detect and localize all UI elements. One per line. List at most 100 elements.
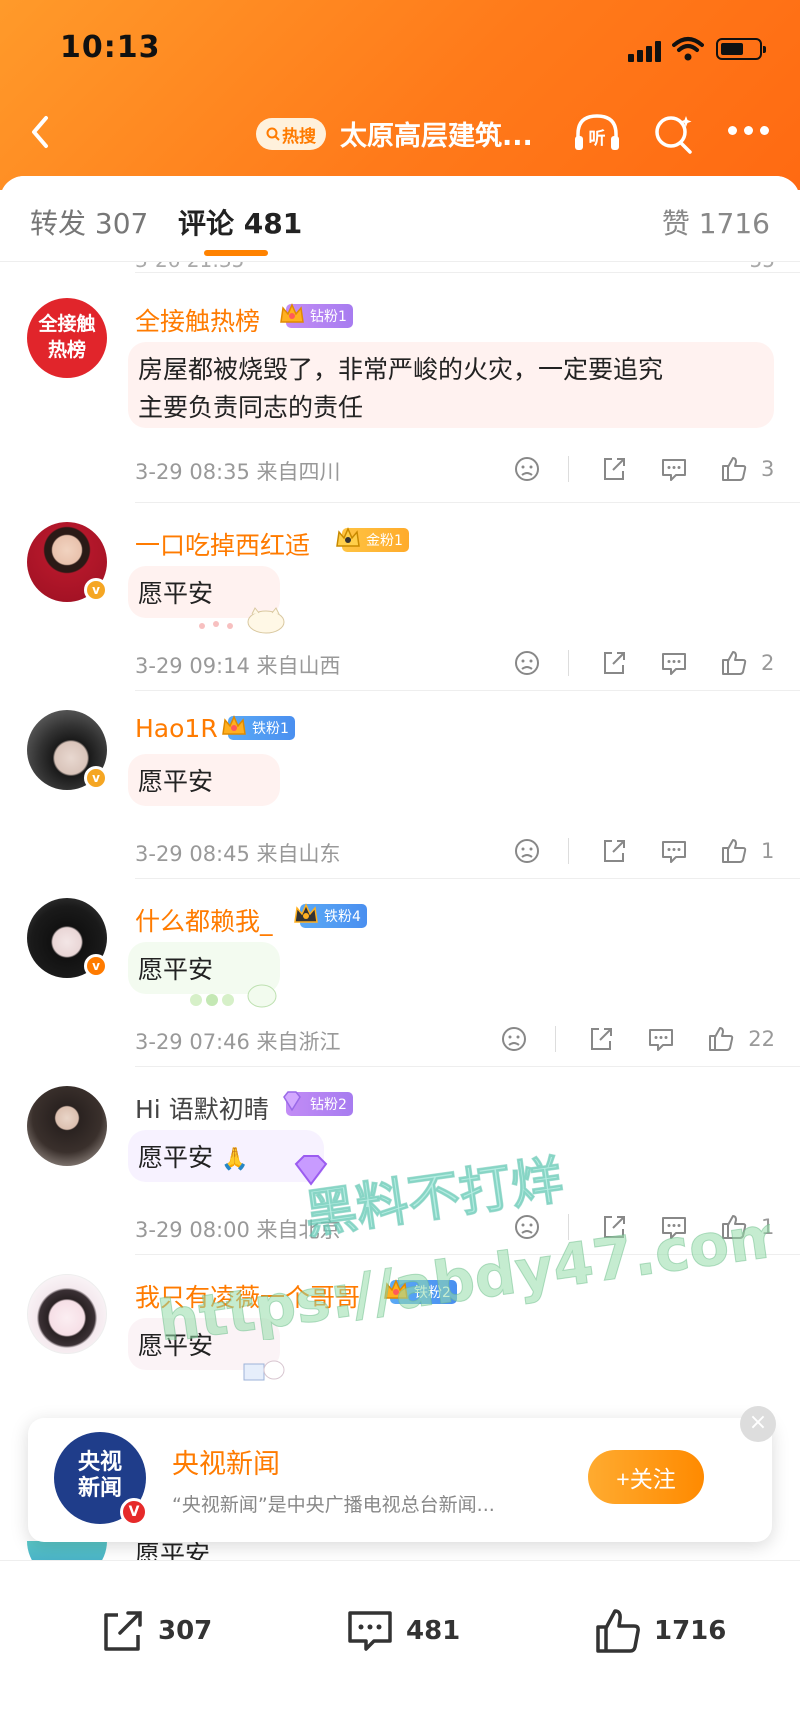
comment-divider [135,878,800,879]
crown-icon [384,1279,408,1299]
fan-badge[interactable]: 铁粉4 [294,903,367,928]
comment-like-count: 2 [761,651,775,675]
fan-badge-label: 钻粉1 [310,309,347,325]
listen-headphones-icon[interactable]: 听 [572,110,622,156]
like-thumb-icon[interactable] [719,1212,749,1242]
share-icon[interactable] [599,648,629,678]
crown-icon [280,303,304,323]
reply-icon[interactable] [659,1212,689,1242]
hot-search-badge[interactable]: 热搜 [256,118,326,150]
repost-button[interactable]: 307 [96,1603,212,1659]
comment-text: 愿平安 [138,767,214,796]
comment-actions: 2 [482,646,775,680]
like-thumb-icon[interactable] [706,1024,736,1054]
comment-location: 来自四川 [256,460,341,484]
tab-comment-label: 评论 [178,207,235,240]
more-options-icon[interactable] [728,126,772,138]
account-description: “央视新闻”是中央广播电视总台新闻... [172,1494,495,1516]
comment-meta: 3-29 09:14 来自山西 2 [135,646,775,680]
dislike-face-icon[interactable] [512,836,542,866]
bottom-action-bar: 307 481 1716 [0,1560,800,1731]
comment-username[interactable]: Hao1R [135,714,218,743]
topic-title[interactable]: 太原高层建筑... [340,114,533,153]
comment-date: 3-29 07:46 [135,1030,250,1054]
fan-badge[interactable]: 铁粉1 [222,715,295,740]
like-thumb-icon[interactable] [719,454,749,484]
dislike-face-icon[interactable] [512,1212,542,1242]
reply-icon[interactable] [659,836,689,866]
app-header: 10:13 热搜 太原高层建筑... 听 [0,0,800,190]
comment-location: 来自山东 [256,842,341,866]
reply-icon[interactable] [646,1024,676,1054]
comment-date-location: 3-29 08:00 来自北京 [135,1214,341,1244]
cellular-signal-icon [628,40,664,62]
comment-button[interactable]: 481 [344,1603,460,1659]
action-divider [568,838,569,864]
comment-actions: 3 [482,452,775,486]
like-thumb-icon[interactable] [719,648,749,678]
comment-username[interactable]: 什么都赖我_ [135,902,273,938]
fan-badge[interactable]: 钻粉1 [280,303,353,328]
previous-comment-meta: 3-26 21:35 55 [135,262,775,296]
comment-username[interactable]: 我只有凌薇一个哥哥 [135,1278,360,1314]
avatar-text: 全接触热榜 [38,313,96,361]
comment-divider [135,690,800,691]
gift-sticker-icon [243,1360,285,1381]
cctv-news-logo[interactable]: 央视 新闻 V [54,1432,148,1526]
verified-badge-icon: v [84,766,108,790]
comment-like-count: 22 [748,1027,775,1051]
share-icon[interactable] [599,1212,629,1242]
purple-diamond-sticker-icon [294,1155,328,1186]
follow-button[interactable]: +关注 [588,1450,704,1504]
fan-badge[interactable]: 金粉1 [336,527,409,552]
crown-icon [336,527,360,547]
comment-feed[interactable]: 3-26 21:35 55 全接触热榜 全接触热榜 钻粉1 房屋都被烧毁了，非常… [0,262,800,1592]
like-thumb-icon[interactable] [719,836,749,866]
share-icon[interactable] [599,836,629,866]
share-icon[interactable] [586,1024,616,1054]
comment-divider [135,502,800,503]
follow-recommendation-card[interactable]: 央视 新闻 V 央视新闻 “央视新闻”是中央广播电视总台新闻... +关注 × [28,1406,776,1542]
status-bar: 10:13 [0,28,800,68]
fan-badge[interactable]: 铁粉2 [384,1279,457,1304]
avatar[interactable]: 全接触热榜 [27,298,107,378]
tab-likes[interactable]: 赞 1716 [662,202,770,242]
reply-icon[interactable] [659,454,689,484]
reply-icon[interactable] [659,648,689,678]
action-divider [568,1214,569,1240]
comment-like-count: 1 [761,839,775,863]
fan-badge[interactable]: 钻粉2 [283,1091,353,1116]
repost-count: 307 [158,1616,213,1646]
back-arrow-icon[interactable] [22,112,62,152]
wifi-icon [672,37,704,61]
avatar[interactable] [27,1086,107,1166]
comment-username[interactable]: 一口吃掉西红适 [135,526,310,562]
tab-repost[interactable]: 转发 307 [30,202,148,242]
like-count: 1716 [654,1616,727,1646]
comment-count: 481 [406,1616,461,1646]
comment-date-location: 3-29 09:14 来自山西 [135,650,341,680]
dislike-face-icon[interactable] [512,648,542,678]
comment-divider [135,272,800,273]
verified-badge-icon: v [84,954,108,978]
tab-likes-count: 1716 [698,207,770,240]
comment-meta: 3-29 08:00 来自北京 1 [135,1210,775,1244]
like-thumb-icon [596,1609,640,1653]
close-icon[interactable]: × [740,1406,776,1442]
avatar[interactable] [27,1274,107,1354]
share-icon[interactable] [599,454,629,484]
battery-icon [716,38,766,60]
tab-comment[interactable]: 评论 481 [178,202,302,242]
comment-text: 愿平安 [138,1143,214,1172]
nav-bar: 热搜 太原高层建筑... 听 [0,104,800,164]
dislike-face-icon[interactable] [512,454,542,484]
account-name[interactable]: 央视新闻 [172,1442,280,1481]
comment-actions: 1 [482,1210,775,1244]
comment-username[interactable]: Hi 语默初晴 [135,1090,269,1126]
search-icon[interactable] [652,112,696,156]
share-icon [104,1611,142,1651]
comment-username[interactable]: 全接触热榜 [135,302,260,338]
action-divider [555,1026,557,1052]
dislike-face-icon[interactable] [499,1024,529,1054]
like-button[interactable]: 1716 [592,1603,726,1659]
